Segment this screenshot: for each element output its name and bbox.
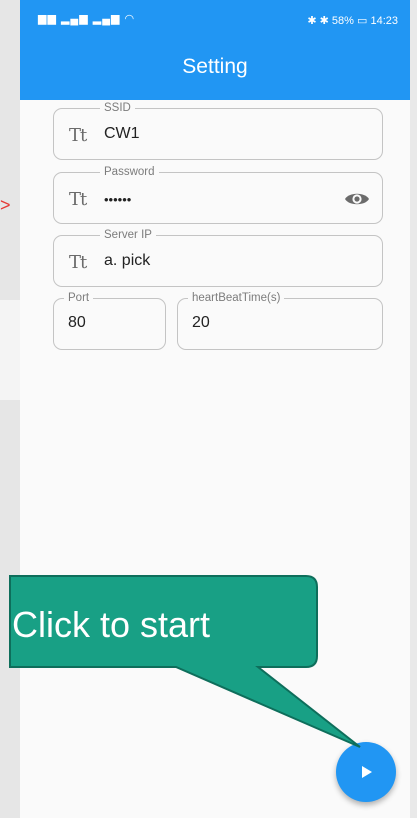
callout-shape xyxy=(9,575,361,748)
callout-text: Click to start xyxy=(12,604,211,645)
